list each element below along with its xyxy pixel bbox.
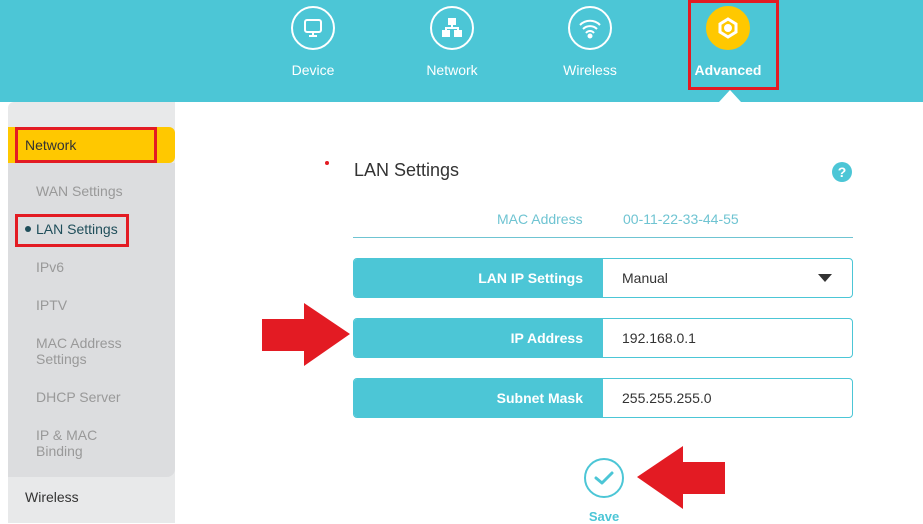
mac-value: 00-11-22-33-44-55 — [623, 211, 739, 227]
sidebar-item-wan[interactable]: WAN Settings — [36, 183, 123, 199]
monitor-icon — [291, 6, 335, 50]
lan-ip-settings-select[interactable]: LAN IP Settings Manual — [353, 258, 853, 298]
mac-label: MAC Address — [497, 211, 583, 227]
sidebar-item-wireless[interactable]: Wireless — [25, 489, 79, 505]
sidebar-item-iptv[interactable]: IPTV — [36, 297, 67, 313]
select-value: Manual — [622, 270, 668, 286]
wifi-icon — [568, 6, 612, 50]
help-icon[interactable]: ? — [832, 162, 852, 182]
tab-wireless[interactable]: Wireless — [540, 6, 640, 78]
page-title: LAN Settings — [354, 160, 460, 180]
check-icon — [594, 471, 614, 485]
active-tab-caret — [719, 90, 741, 102]
save-button[interactable] — [584, 458, 624, 498]
subnet-mask-field[interactable]: Subnet Mask 255.255.255.0 — [353, 378, 853, 418]
sidebar-item-mac[interactable]: MAC Address Settings — [36, 335, 136, 367]
divider — [353, 237, 853, 238]
tab-device[interactable]: Device — [263, 6, 363, 78]
sidebar-item-ipv6[interactable]: IPv6 — [36, 259, 64, 275]
tab-label: Wireless — [563, 62, 617, 78]
network-topology-icon — [430, 6, 474, 50]
field-label: Subnet Mask — [354, 379, 603, 417]
sidebar-item-dhcp[interactable]: DHCP Server — [36, 389, 121, 405]
right-arrow-annotation — [262, 303, 350, 366]
save-label[interactable]: Save — [584, 509, 624, 524]
subnet-mask-input[interactable]: 255.255.255.0 — [603, 379, 852, 417]
annotation-box — [15, 214, 129, 247]
field-label: LAN IP Settings — [354, 259, 603, 297]
sidebar-item-ipmac[interactable]: IP & MAC Binding — [36, 427, 116, 459]
tab-label: Device — [291, 62, 335, 78]
tab-network[interactable]: Network — [402, 6, 502, 78]
ip-address-input[interactable]: 192.168.0.1 — [603, 319, 852, 357]
red-dot — [325, 161, 329, 165]
top-nav-bar: Device Network Wireless Advanced — [0, 0, 923, 102]
annotation-box — [15, 127, 157, 163]
tab-label: Network — [426, 62, 478, 78]
dropdown-arrow-icon[interactable] — [818, 274, 832, 282]
left-arrow-annotation — [637, 446, 725, 509]
ip-address-field[interactable]: IP Address 192.168.0.1 — [353, 318, 853, 358]
field-label: IP Address — [354, 319, 603, 357]
annotation-box — [688, 0, 779, 90]
